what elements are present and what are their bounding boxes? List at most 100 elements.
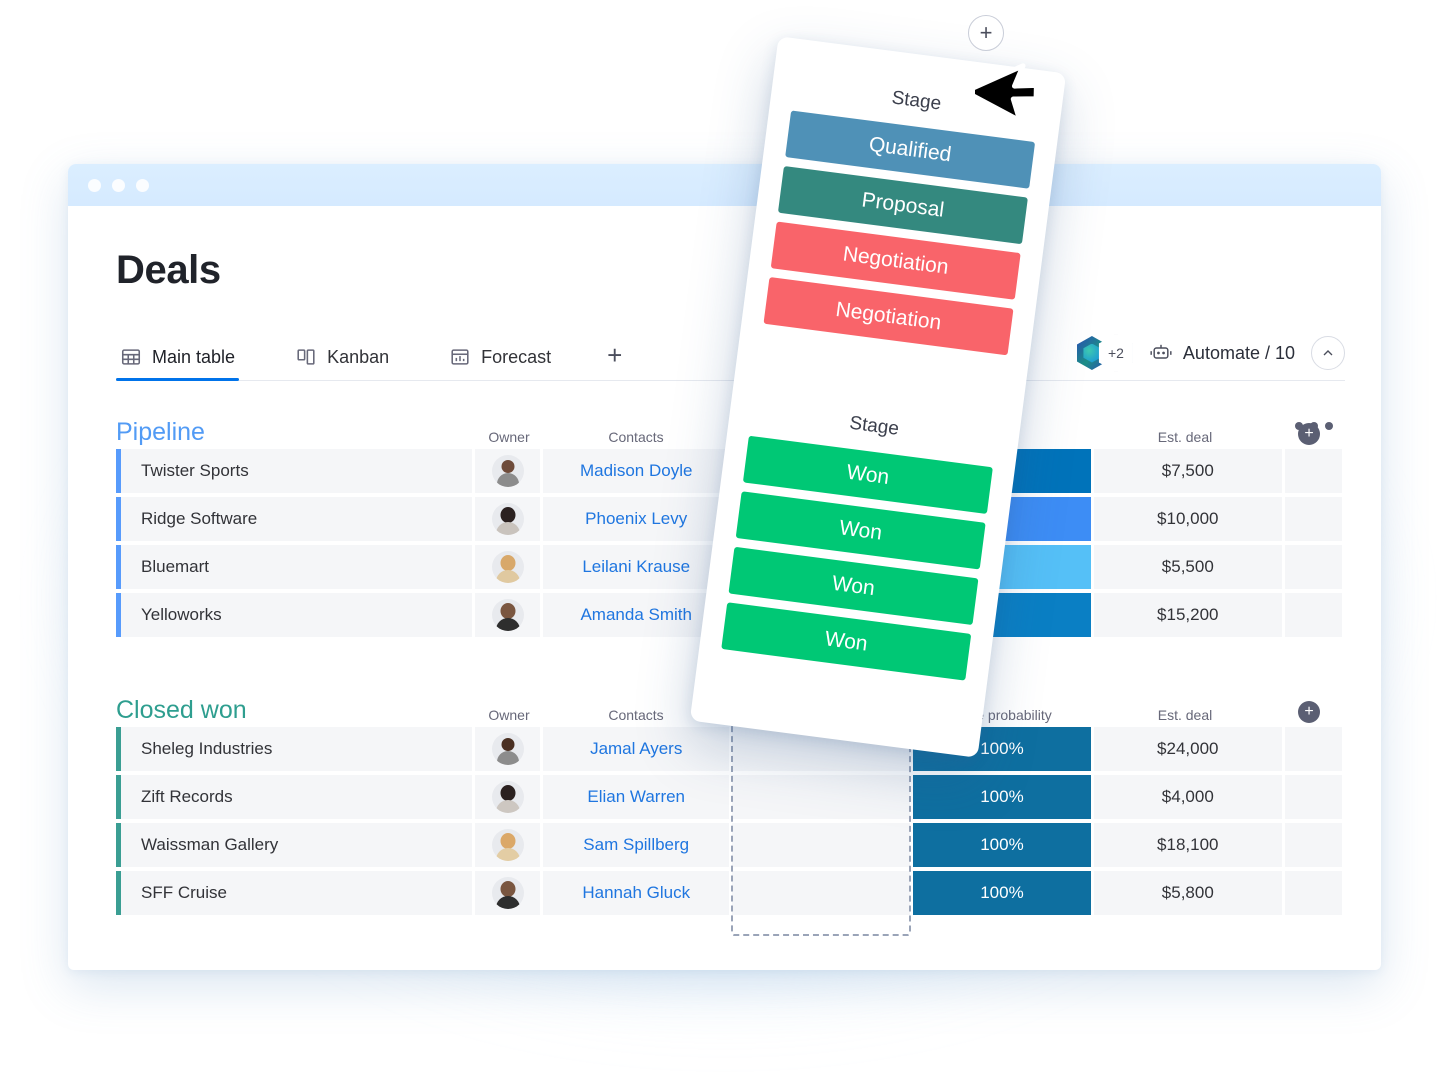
contact-link[interactable]: Leilani Krause [582, 557, 690, 577]
est-deal-cell[interactable]: $10,000 [1093, 497, 1282, 541]
board-more-menu[interactable] [1295, 422, 1333, 430]
group-title: Pipeline [116, 418, 205, 446]
owner-cell[interactable] [475, 545, 541, 589]
row-extra-cell[interactable] [1284, 871, 1342, 915]
contact-cell[interactable]: Madison Doyle [543, 449, 730, 493]
deal-name: Bluemart [116, 545, 473, 589]
close-probability-cell[interactable]: 100% [913, 823, 1091, 867]
kanban-icon [295, 346, 317, 368]
table-row[interactable]: Zift Records Elian Warren 100% $4,000 [116, 775, 1345, 819]
est-deal-cell[interactable]: $18,100 [1093, 823, 1282, 867]
row-extra-cell[interactable] [1284, 727, 1342, 771]
kebab-dot [1295, 422, 1303, 430]
table-row[interactable]: Waissman Gallery Sam Spillberg 100% $18,… [116, 823, 1345, 867]
stage-cell[interactable] [732, 775, 910, 819]
owner-cell[interactable] [475, 727, 541, 771]
deal-name: Waissman Gallery [116, 823, 473, 867]
owner-cell[interactable] [475, 823, 541, 867]
contact-cell[interactable]: Elian Warren [543, 775, 730, 819]
column-header-est-deal: Est. deal [1157, 707, 1213, 723]
stage-cell[interactable] [732, 871, 910, 915]
window-dot-maximize[interactable] [136, 178, 149, 192]
screenshot-root: Deals Main table Kanban Forecast + +2 Au… [0, 0, 1450, 1078]
tab-kanban[interactable]: Kanban [291, 346, 393, 380]
deal-name: Twister Sports [116, 449, 473, 493]
avatar [491, 781, 524, 813]
robot-icon [1149, 343, 1173, 363]
table-row[interactable]: SFF Cruise Hannah Gluck 100% $5,800 [116, 871, 1345, 915]
mouse-cursor [962, 48, 1039, 127]
row-extra-cell[interactable] [1284, 545, 1342, 589]
owner-cell[interactable] [475, 593, 541, 637]
contact-cell[interactable]: Sam Spillberg [543, 823, 730, 867]
column-header-contacts: Contacts [608, 429, 664, 445]
contact-link[interactable]: Phoenix Levy [585, 509, 687, 529]
kebab-dot [1310, 422, 1318, 430]
owner-cell[interactable] [475, 775, 541, 819]
contact-link[interactable]: Amanda Smith [580, 605, 692, 625]
column-header-est-deal: Est. deal [1157, 429, 1213, 445]
avatar [491, 829, 524, 861]
automate-button[interactable]: Automate / 10 [1149, 343, 1295, 364]
stage-cell[interactable] [732, 823, 910, 867]
probability-chip: 100% [913, 823, 1091, 867]
board-toolbar: +2 Automate / 10 [1076, 334, 1345, 372]
contact-cell[interactable]: Hannah Gluck [543, 871, 730, 915]
window-dot-close[interactable] [88, 178, 101, 192]
avatar-overflow-badge[interactable]: +2 [1098, 334, 1133, 372]
collapse-toolbar-button[interactable] [1311, 336, 1345, 370]
probability-chip: 100% [913, 871, 1091, 915]
table-row[interactable]: Sheleg Industries Jamal Ayers 100% $24,0… [116, 727, 1345, 771]
add-column-floating-button[interactable]: + [968, 15, 1004, 51]
row-extra-cell[interactable] [1284, 775, 1342, 819]
contact-link[interactable]: Jamal Ayers [590, 739, 682, 759]
owner-cell[interactable] [475, 449, 541, 493]
view-tab-bar: Main table Kanban Forecast + +2 Automate… [116, 334, 1345, 381]
contact-cell[interactable]: Phoenix Levy [543, 497, 730, 541]
add-view-button[interactable]: + [607, 342, 622, 380]
deal-name: Zift Records [116, 775, 473, 819]
column-header-owner: Owner [488, 707, 530, 723]
est-deal-cell[interactable]: $7,500 [1093, 449, 1282, 493]
avatar [491, 503, 524, 535]
chart-icon [449, 346, 471, 368]
contact-link[interactable]: Elian Warren [587, 787, 685, 807]
contact-cell[interactable]: Jamal Ayers [543, 727, 730, 771]
window-dot-minimize[interactable] [112, 178, 125, 192]
deal-name: Ridge Software [116, 497, 473, 541]
probability-chip: 100% [913, 775, 1091, 819]
contact-link[interactable]: Hannah Gluck [582, 883, 690, 903]
window-titlebar [68, 164, 1381, 206]
row-extra-cell[interactable] [1284, 593, 1342, 637]
contact-link[interactable]: Madison Doyle [580, 461, 692, 481]
column-header-owner: Owner [488, 429, 530, 445]
deal-name: Sheleg Industries [116, 727, 473, 771]
owner-cell[interactable] [475, 871, 541, 915]
tab-main-table[interactable]: Main table [116, 346, 240, 381]
avatar [491, 733, 524, 765]
row-extra-cell[interactable] [1284, 497, 1342, 541]
est-deal-cell[interactable]: $4,000 [1093, 775, 1282, 819]
close-probability-cell[interactable]: 100% [913, 775, 1091, 819]
close-probability-cell[interactable]: 100% [913, 871, 1091, 915]
kebab-dot [1325, 422, 1333, 430]
deal-name: SFF Cruise [116, 871, 473, 915]
avatar [491, 877, 524, 909]
contact-link[interactable]: Sam Spillberg [583, 835, 689, 855]
tab-label: Kanban [327, 346, 390, 367]
owner-cell[interactable] [475, 497, 541, 541]
est-deal-cell[interactable]: $15,200 [1093, 593, 1282, 637]
plus-icon: + [1298, 701, 1320, 723]
est-deal-cell[interactable]: $5,500 [1093, 545, 1282, 589]
deal-name: Yelloworks [116, 593, 473, 637]
tab-forecast[interactable]: Forecast [445, 346, 555, 380]
est-deal-cell[interactable]: $5,800 [1093, 871, 1282, 915]
row-extra-cell[interactable] [1284, 449, 1342, 493]
row-extra-cell[interactable] [1284, 823, 1342, 867]
est-deal-cell[interactable]: $24,000 [1093, 727, 1282, 771]
avatar [491, 551, 524, 583]
automate-label: Automate / 10 [1182, 342, 1295, 363]
add-column-button[interactable]: + [1280, 701, 1338, 723]
board-members[interactable]: +2 [1076, 334, 1133, 372]
contact-cell[interactable]: Leilani Krause [543, 545, 730, 589]
